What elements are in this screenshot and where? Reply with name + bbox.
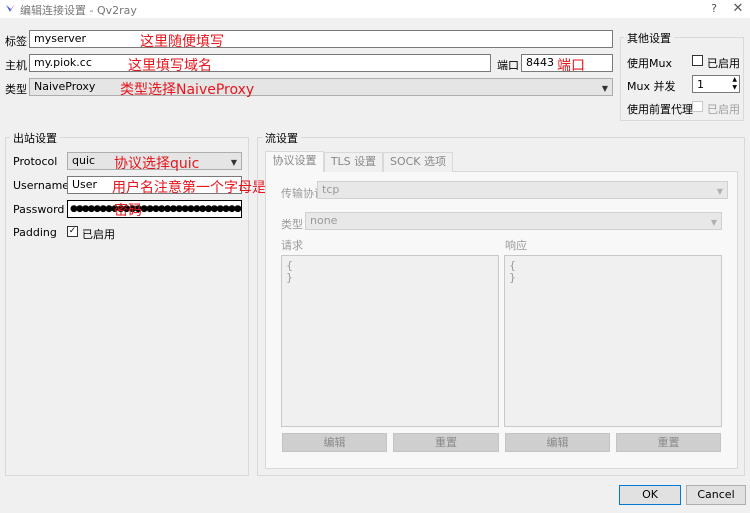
chevron-down-icon: ▼ — [710, 218, 717, 227]
type-label: 类型 — [5, 83, 27, 96]
mux-checkbox[interactable] — [692, 55, 703, 66]
front-proxy-checkbox[interactable] — [692, 101, 703, 112]
transport-select-value: tcp — [322, 183, 340, 196]
transport-select[interactable]: tcp ▼ — [317, 181, 728, 199]
password-input[interactable]: ●●●●●●●●●●●●●●●●●●●●●●●●●●●●●●●● — [67, 200, 242, 218]
response-edit-button[interactable]: 编辑 — [505, 433, 610, 452]
request-textarea[interactable]: { } — [281, 255, 499, 427]
spin-down-icon[interactable]: ▼ — [732, 84, 737, 91]
port-annotation: 端口 — [557, 58, 585, 74]
stream-settings-title: 流设置 — [262, 130, 301, 146]
header-type-select[interactable]: none ▼ — [305, 212, 722, 230]
protocol-annotation: 协议选择quic — [114, 156, 200, 172]
mux-label: 使用Mux — [627, 57, 672, 70]
chevron-down-icon: ▼ — [230, 158, 237, 167]
front-proxy-label: 使用前置代理 — [627, 103, 693, 116]
close-button[interactable]: ✕ — [730, 0, 746, 18]
protocol-select-value: quic — [72, 154, 96, 167]
mux-concurrency-label: Mux 并发 — [627, 80, 676, 93]
host-input[interactable]: my.piok.cc — [29, 54, 491, 72]
tag-annotation: 这里随便填写 — [140, 34, 224, 50]
username-label: Username — [13, 179, 70, 192]
mux-concurrency-spinbox[interactable]: 1 ▲ ▼ — [692, 75, 740, 93]
request-label: 请求 — [281, 239, 303, 252]
mux-checkbox-label: 已启用 — [707, 57, 740, 70]
password-label: Password — [13, 203, 65, 216]
response-reset-button[interactable]: 重置 — [616, 433, 721, 452]
mux-concurrency-value: 1 — [697, 78, 704, 91]
port-label: 端口 — [497, 59, 519, 72]
qv2ray-logo-icon — [6, 4, 15, 12]
protocol-label: Protocol — [13, 155, 58, 168]
tab-sock-options[interactable]: SOCK 选项 — [383, 152, 453, 172]
front-proxy-checkbox-label: 已启用 — [707, 103, 740, 116]
tag-label: 标签 — [5, 35, 27, 48]
tab-protocol-settings[interactable]: 协议设置 — [265, 151, 324, 172]
password-annotation: 密码 — [114, 203, 142, 219]
host-label: 主机 — [5, 59, 27, 72]
chevron-down-icon: ▼ — [601, 84, 608, 93]
chevron-down-icon: ▼ — [716, 187, 723, 196]
outbound-settings-title: 出站设置 — [10, 130, 60, 146]
title-bar: 编辑连接设置 - Qv2ray ? ✕ — [0, 0, 750, 18]
header-type-select-value: none — [310, 214, 338, 227]
cancel-button[interactable]: Cancel — [686, 485, 746, 505]
spin-up-icon[interactable]: ▲ — [732, 76, 737, 83]
type-annotation: 类型选择NaiveProxy — [120, 82, 255, 98]
tab-tls-settings[interactable]: TLS 设置 — [324, 152, 383, 172]
host-annotation: 这里填写域名 — [128, 58, 212, 74]
window-title: 编辑连接设置 - Qv2ray — [20, 4, 137, 17]
response-textarea[interactable]: { } — [504, 255, 722, 427]
header-type-label: 类型 — [281, 218, 303, 231]
padding-checkbox-label: 已启用 — [82, 228, 115, 241]
padding-checkbox[interactable]: ✓ — [67, 226, 78, 237]
request-reset-button[interactable]: 重置 — [393, 433, 499, 452]
other-settings-title: 其他设置 — [624, 30, 674, 46]
response-label: 响应 — [505, 239, 527, 252]
tag-input[interactable]: myserver — [29, 30, 613, 48]
help-button[interactable]: ? — [706, 0, 722, 18]
request-edit-button[interactable]: 编辑 — [282, 433, 387, 452]
type-select[interactable]: NaiveProxy ▼ — [29, 78, 613, 96]
ok-button[interactable]: OK — [619, 485, 681, 505]
padding-label: Padding — [13, 226, 57, 239]
type-select-value: NaiveProxy — [34, 80, 96, 93]
